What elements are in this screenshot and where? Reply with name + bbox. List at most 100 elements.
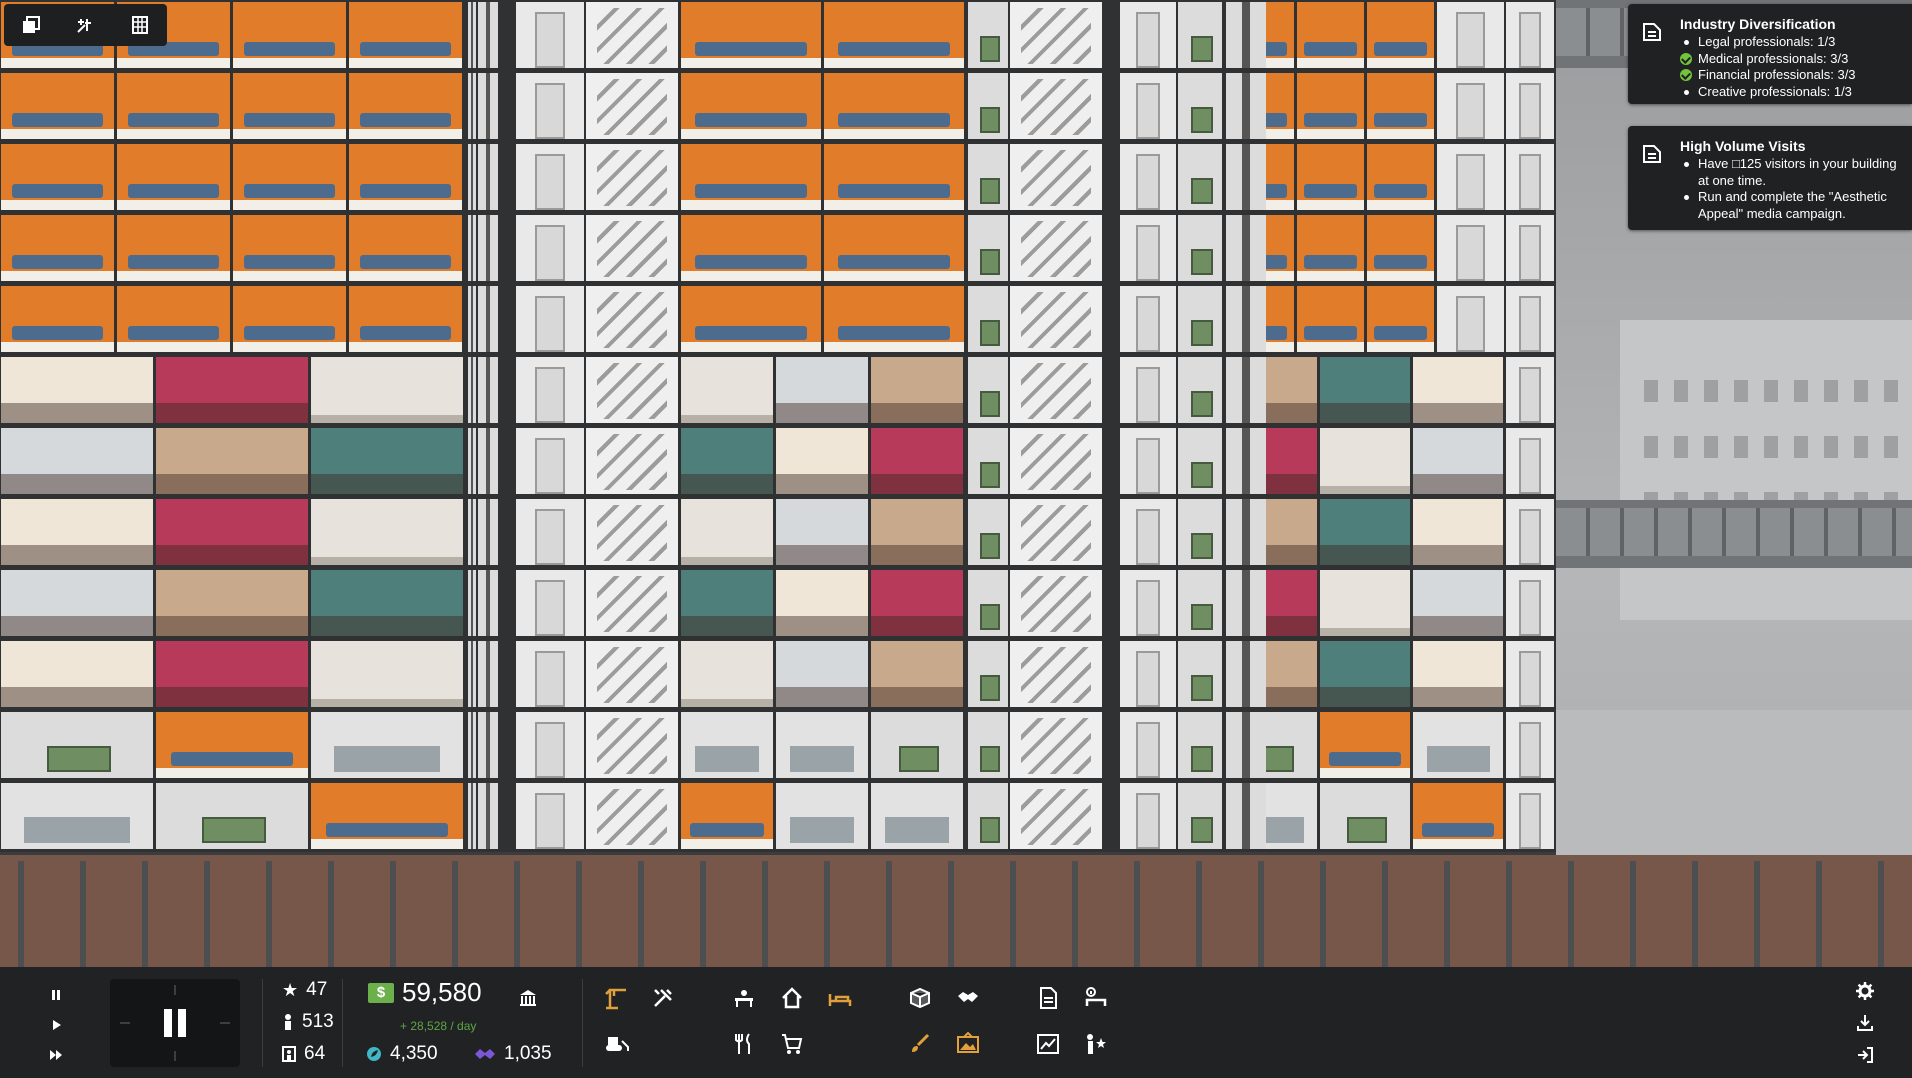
room[interactable] (1, 144, 114, 210)
elevator-shaft[interactable] (468, 357, 476, 423)
room[interactable] (776, 641, 868, 707)
room[interactable] (117, 73, 230, 139)
trash-room[interactable] (1178, 641, 1222, 707)
floor[interactable] (0, 71, 1556, 142)
room[interactable] (681, 357, 773, 423)
room[interactable] (776, 570, 868, 636)
room[interactable] (871, 428, 963, 494)
room[interactable] (776, 357, 868, 423)
elevator-shaft[interactable] (516, 641, 584, 707)
trash-room[interactable] (1178, 428, 1222, 494)
floor[interactable] (0, 426, 1556, 497)
floor[interactable] (0, 213, 1556, 284)
bank-button[interactable] (510, 981, 546, 1015)
elevator-shaft[interactable] (1226, 2, 1266, 68)
elevator-shaft[interactable] (516, 215, 584, 281)
pause-button[interactable] (44, 983, 68, 1007)
room[interactable] (1437, 286, 1504, 352)
building-view[interactable] (0, 0, 1912, 967)
elevator-shaft[interactable] (478, 144, 498, 210)
room[interactable] (1, 73, 114, 139)
floor[interactable] (0, 284, 1556, 355)
room[interactable] (681, 215, 821, 281)
elevator-shaft[interactable] (516, 357, 584, 423)
room[interactable] (1, 641, 153, 707)
elevator-shaft[interactable] (478, 712, 498, 778)
elevator-shaft[interactable] (1506, 357, 1554, 423)
room[interactable] (1320, 641, 1410, 707)
room[interactable] (776, 712, 868, 778)
room[interactable] (1320, 570, 1410, 636)
room[interactable] (1437, 73, 1504, 139)
trash-room[interactable] (968, 499, 1008, 565)
elevator-shaft[interactable] (1120, 2, 1176, 68)
elevator-shaft[interactable] (468, 712, 476, 778)
room[interactable] (311, 641, 463, 707)
room[interactable] (1437, 2, 1504, 68)
elevator-shaft[interactable] (516, 499, 584, 565)
room[interactable] (1367, 73, 1434, 139)
elevator-shaft[interactable] (1120, 783, 1176, 849)
elevator-shaft[interactable] (516, 144, 584, 210)
room[interactable] (1437, 144, 1504, 210)
elevator-shaft[interactable] (516, 783, 584, 849)
room[interactable] (349, 215, 462, 281)
elevator-shaft[interactable] (1120, 286, 1176, 352)
room[interactable] (156, 428, 308, 494)
room[interactable] (1, 712, 153, 778)
elevator-shaft[interactable] (1506, 2, 1554, 68)
room[interactable] (1413, 712, 1503, 778)
elevator-shaft[interactable] (1506, 570, 1554, 636)
floor[interactable] (0, 568, 1556, 639)
building-overview-button[interactable] (122, 8, 158, 42)
money-stat[interactable]: $ 59,580 (368, 977, 482, 1008)
room[interactable] (1437, 215, 1504, 281)
room[interactable] (1, 428, 153, 494)
elevator-shaft[interactable] (1120, 428, 1176, 494)
elevator-shaft[interactable] (1120, 215, 1176, 281)
room[interactable] (349, 2, 462, 68)
elevator-shaft[interactable] (1506, 286, 1554, 352)
floor[interactable] (0, 355, 1556, 426)
visitors-stat[interactable]: 64 (282, 1043, 325, 1065)
room[interactable] (233, 215, 346, 281)
stairwell[interactable] (586, 499, 678, 565)
floor[interactable] (0, 781, 1556, 852)
elevator-shaft[interactable] (1506, 499, 1554, 565)
room[interactable] (1297, 215, 1364, 281)
trash-room[interactable] (1178, 499, 1222, 565)
trash-room[interactable] (1178, 144, 1222, 210)
room[interactable] (1367, 215, 1434, 281)
room[interactable] (1413, 357, 1503, 423)
room[interactable] (1367, 144, 1434, 210)
room[interactable] (311, 357, 463, 423)
stairwell[interactable] (1010, 2, 1102, 68)
elevator-shaft[interactable] (478, 783, 498, 849)
tools-button[interactable] (645, 981, 681, 1015)
elevator-shaft[interactable] (468, 499, 476, 565)
elevator-shaft[interactable] (468, 428, 476, 494)
room[interactable] (871, 783, 963, 849)
stairwell[interactable] (1010, 712, 1102, 778)
trash-room[interactable] (968, 428, 1008, 494)
room[interactable] (1320, 428, 1410, 494)
stairwell[interactable] (586, 144, 678, 210)
game-clock[interactable] (110, 979, 240, 1067)
room[interactable] (349, 73, 462, 139)
elevator-shaft[interactable] (478, 286, 498, 352)
room[interactable] (1, 215, 114, 281)
retail-button[interactable] (774, 1027, 810, 1061)
elevator-shaft[interactable] (1506, 73, 1554, 139)
room[interactable] (117, 215, 230, 281)
room[interactable] (871, 570, 963, 636)
hotel-button[interactable] (822, 981, 858, 1015)
trash-room[interactable] (968, 215, 1008, 281)
trash-room[interactable] (968, 2, 1008, 68)
room[interactable] (824, 73, 964, 139)
agreements-button[interactable] (950, 981, 986, 1015)
stairwell[interactable] (586, 215, 678, 281)
room[interactable] (233, 286, 346, 352)
build-tools-button[interactable] (67, 8, 103, 42)
room[interactable] (776, 499, 868, 565)
room[interactable] (156, 499, 308, 565)
